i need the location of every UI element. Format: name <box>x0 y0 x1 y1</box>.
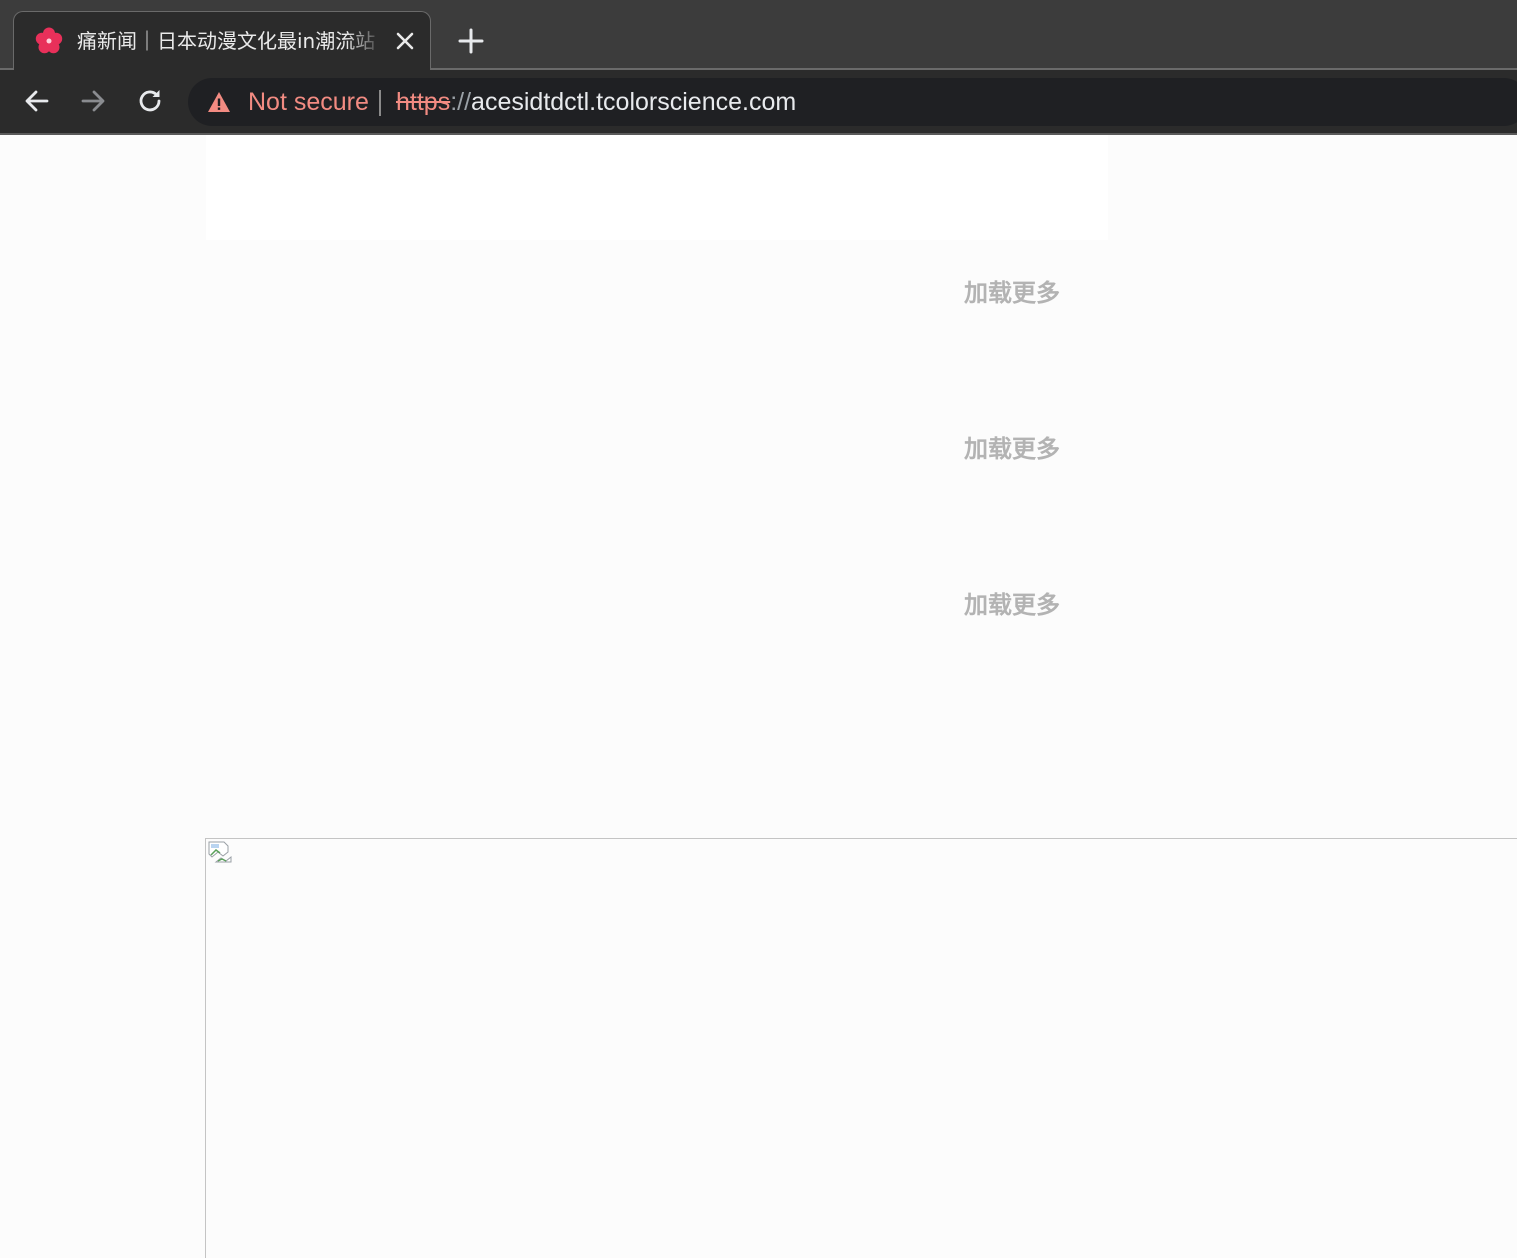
browser-tab[interactable]: 痛新闻｜日本动漫文化最in潮流站 <box>13 11 431 70</box>
browser-toolbar: Not secure https://acesidtdctl.tcolorsci… <box>0 70 1517 133</box>
url-separator: :// <box>450 88 472 116</box>
address-bar[interactable]: Not secure https://acesidtdctl.tcolorsci… <box>188 78 1517 126</box>
cherry-blossom-icon <box>35 27 63 54</box>
omnibox-separator <box>379 90 381 116</box>
url-host: acesidtdctl.tcolorscience.com <box>471 88 797 116</box>
load-more-button[interactable]: 加载更多 <box>964 278 1060 308</box>
page-content: 加载更多 加载更多 加载更多 <box>0 135 1517 1258</box>
warning-triangle-icon[interactable] <box>207 91 231 113</box>
tab-strip: 痛新闻｜日本动漫文化最in潮流站 <box>0 0 1517 70</box>
new-tab-plus-icon[interactable] <box>455 25 487 57</box>
forward-arrow-icon[interactable] <box>75 83 111 119</box>
reload-icon[interactable] <box>132 83 168 119</box>
load-more-button[interactable]: 加载更多 <box>964 434 1060 464</box>
load-more-button[interactable]: 加载更多 <box>964 590 1060 620</box>
url-scheme: https <box>396 88 451 116</box>
broken-image-icon <box>208 841 232 863</box>
back-arrow-icon[interactable] <box>19 83 55 119</box>
close-icon[interactable] <box>393 29 417 53</box>
tab-title: 痛新闻｜日本动漫文化最in潮流站 <box>77 29 376 53</box>
not-secure-label[interactable]: Not secure <box>248 87 369 117</box>
broken-image[interactable] <box>205 838 1517 1258</box>
url-text[interactable]: https://acesidtdctl.tcolorscience.com <box>396 87 796 117</box>
header-panel <box>206 135 1108 240</box>
